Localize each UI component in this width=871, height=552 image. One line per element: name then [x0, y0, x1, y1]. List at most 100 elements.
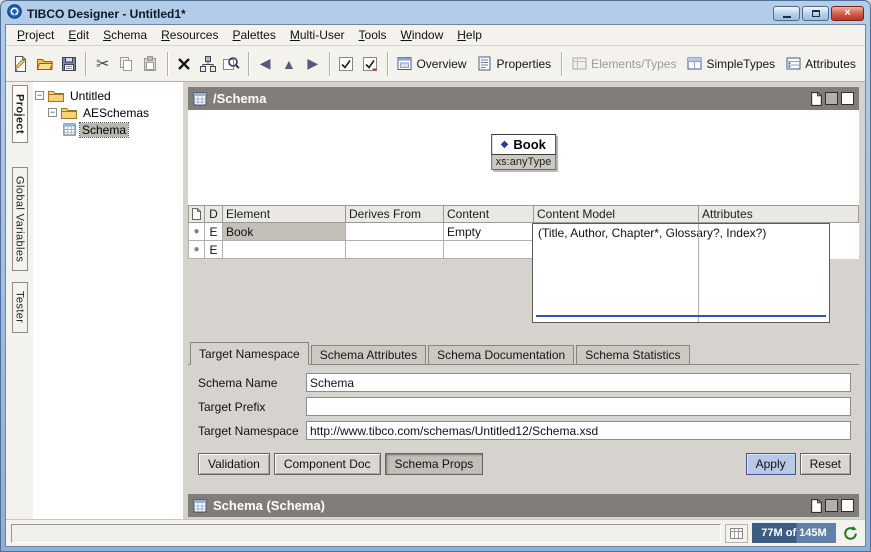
- element-table-header: D Element Derives From Content Content M…: [188, 205, 859, 223]
- menu-palettes[interactable]: Palettes: [225, 26, 282, 44]
- toolbar-separator: [329, 52, 330, 76]
- menu-edit[interactable]: Edit: [61, 26, 96, 44]
- cell-d[interactable]: E: [205, 241, 223, 259]
- menu-tools[interactable]: Tools: [352, 26, 394, 44]
- close-button[interactable]: ×: [831, 6, 864, 21]
- tree-item-label: AESchemas: [81, 106, 151, 120]
- side-tab-tester[interactable]: Tester: [12, 282, 28, 332]
- tab-target-namespace[interactable]: Target Namespace: [190, 342, 309, 365]
- overview-button[interactable]: Overview: [392, 51, 471, 77]
- nav-forward-button[interactable]: ▶: [301, 51, 324, 77]
- inspect-button[interactable]: [220, 51, 243, 77]
- attributes-button[interactable]: Attributes: [781, 51, 861, 77]
- target-prefix-label: Target Prefix: [198, 400, 306, 414]
- menu-schema[interactable]: Schema: [96, 26, 154, 44]
- menu-resources[interactable]: Resources: [154, 26, 225, 44]
- side-tab-global-variables[interactable]: Global Variables: [12, 167, 28, 271]
- side-tab-project[interactable]: Project: [12, 85, 28, 143]
- schema-editor: ◆ Book xs:anyType D Element Derives From: [188, 110, 859, 342]
- save-button[interactable]: [58, 51, 81, 77]
- target-namespace-field[interactable]: [306, 421, 851, 440]
- check-icon: [338, 56, 354, 72]
- tree-item-schema[interactable]: Schema: [63, 121, 181, 138]
- cell-d[interactable]: E: [205, 223, 223, 241]
- maximize-panel-icon[interactable]: [841, 499, 854, 512]
- cell-derives-from[interactable]: [346, 223, 444, 241]
- schema-props-button[interactable]: Schema Props: [385, 453, 484, 475]
- copy-button[interactable]: [115, 51, 138, 77]
- nav-back-button[interactable]: ◀: [254, 51, 277, 77]
- form-row: Schema Name: [198, 373, 851, 392]
- project-tree: − Untitled − AESchemas Schema: [33, 82, 183, 519]
- status-message-field: [11, 524, 721, 543]
- cell-derives-from[interactable]: [346, 241, 444, 259]
- book-node-type: xs:anyType: [491, 155, 557, 170]
- collapse-icon[interactable]: −: [35, 91, 44, 100]
- cell-element[interactable]: [223, 241, 346, 259]
- maximize-panel-icon[interactable]: [841, 92, 854, 105]
- cell-element[interactable]: Book: [223, 223, 346, 241]
- paste-icon: [141, 55, 159, 73]
- book-node-label: Book: [513, 137, 546, 152]
- detach-page-icon[interactable]: [811, 499, 822, 513]
- menu-window[interactable]: Window: [394, 26, 451, 44]
- element-diamond-icon: ◆: [501, 139, 509, 150]
- cell-content[interactable]: Empty: [444, 223, 534, 241]
- menu-help[interactable]: Help: [450, 26, 489, 44]
- content-model-text[interactable]: (Title, Author, Chapter*, Glossary?, Ind…: [533, 224, 829, 242]
- apply-check-button[interactable]: [335, 51, 358, 77]
- apply-button[interactable]: Apply: [746, 453, 796, 475]
- tab-schema-statistics[interactable]: Schema Statistics: [576, 345, 689, 364]
- tab-schema-attributes[interactable]: Schema Attributes: [311, 345, 426, 364]
- component-doc-button[interactable]: Component Doc: [274, 453, 381, 475]
- target-prefix-field[interactable]: [306, 397, 851, 416]
- validation-button[interactable]: Validation: [198, 453, 270, 475]
- minimize-icon: [783, 16, 791, 18]
- tree-item-aeschemas[interactable]: − AESchemas: [48, 104, 181, 121]
- nav-up-button[interactable]: ▲: [278, 51, 301, 77]
- side-tab-strip: Project Global Variables Tester: [6, 82, 33, 519]
- book-node[interactable]: ◆ Book xs:anyType: [491, 134, 557, 170]
- menu-project[interactable]: Project: [10, 26, 61, 44]
- schema-panel-title: /Schema: [213, 91, 266, 106]
- show-resources-button[interactable]: [196, 51, 219, 77]
- form-row: Target Prefix: [198, 397, 851, 416]
- book-node-box[interactable]: ◆ Book: [491, 134, 557, 155]
- delete-button[interactable]: [173, 51, 196, 77]
- cut-button[interactable]: ✂: [91, 51, 114, 77]
- scissors-icon: ✂: [96, 54, 109, 74]
- paste-button[interactable]: [139, 51, 162, 77]
- validate-check-button[interactable]: [359, 51, 382, 77]
- maximize-button[interactable]: [802, 6, 829, 21]
- form-row: Target Namespace: [198, 421, 851, 440]
- menu-multi-user[interactable]: Multi-User: [283, 26, 352, 44]
- hide-panel-icon[interactable]: [825, 499, 838, 512]
- open-project-button[interactable]: [34, 51, 57, 77]
- schema-name-field[interactable]: [306, 373, 851, 392]
- copy-icon: [117, 55, 135, 73]
- collapse-icon[interactable]: −: [48, 108, 57, 117]
- toolbar-separator: [85, 52, 86, 76]
- magnifier-icon: [222, 55, 240, 73]
- tab-schema-documentation[interactable]: Schema Documentation: [428, 345, 574, 364]
- reset-button[interactable]: Reset: [800, 453, 851, 475]
- new-document-button[interactable]: [10, 51, 33, 77]
- memory-detail-button[interactable]: [725, 524, 748, 543]
- window-controls: ×: [773, 6, 864, 21]
- column-header-icon: [189, 205, 205, 223]
- panel-header-controls: [811, 92, 854, 106]
- cell-content[interactable]: [444, 241, 534, 259]
- column-header-attributes: Attributes: [699, 205, 859, 223]
- minimize-button[interactable]: [773, 6, 800, 21]
- schema-canvas[interactable]: ◆ Book xs:anyType: [188, 110, 859, 205]
- detach-page-icon[interactable]: [811, 92, 822, 106]
- garbage-collect-button[interactable]: [840, 523, 860, 543]
- maximize-icon: [812, 10, 820, 17]
- tree-item-untitled[interactable]: − Untitled: [35, 87, 181, 104]
- simpletypes-button[interactable]: SimpleTypes: [682, 51, 780, 77]
- properties-panel: Target Namespace Schema Attributes Schem…: [188, 342, 859, 490]
- hide-panel-icon[interactable]: [825, 92, 838, 105]
- content-model-editor[interactable]: (Title, Author, Chapter*, Glossary?, Ind…: [532, 223, 830, 323]
- tree-item-label: Untitled: [68, 89, 113, 103]
- properties-button[interactable]: Properties: [472, 51, 556, 77]
